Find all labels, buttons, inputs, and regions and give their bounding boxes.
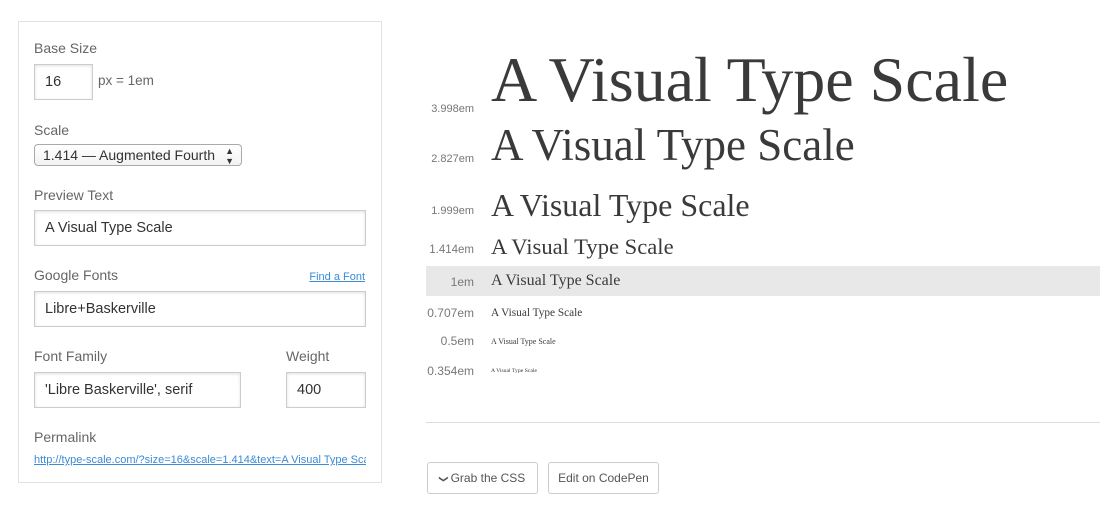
chevron-down-icon: ❯ [438,475,449,483]
base-size-label: Base Size [34,40,98,56]
scale-label: Scale [34,122,70,138]
google-fonts-input[interactable]: Libre+Baskerville [34,291,366,327]
divider [426,422,1100,423]
weight-label: Weight [286,348,330,364]
scale-row-em: 0.707em [427,306,474,320]
google-fonts-label: Google Fonts [34,267,119,283]
permalink-label: Permalink [34,429,97,445]
scale-row: 3.998em A Visual Type Scale [426,30,1100,115]
font-family-label: Font Family [34,348,108,364]
scale-row-sample: A Visual Type Scale [491,187,750,223]
scale-row-em: 0.5em [440,334,474,348]
scale-row-sample: A Visual Type Scale [491,272,621,289]
scale-row-em: 1.414em [429,244,474,256]
preview-text-input[interactable]: A Visual Type Scale [34,210,366,246]
base-size-suffix: px = 1em [98,73,154,88]
scale-row-em: 1.999em [431,205,474,217]
scale-row-em: 0.354em [427,364,474,378]
scale-row-sample: A Visual Type Scale [491,307,583,319]
scale-row: 0.354em A Visual Type Scale [426,362,1100,382]
scale-row-sample: A Visual Type Scale [491,44,1009,115]
scale-row-em: 3.998em [431,103,474,115]
weight-input[interactable]: 400 [286,372,366,408]
font-family-input[interactable]: 'Libre Baskerville', serif [34,372,241,408]
scale-row: 1.999em A Visual Type Scale [426,186,1100,226]
base-size-input[interactable]: 16 [34,64,93,100]
scale-row-sample: A Visual Type Scale [491,337,556,346]
scale-row-em: 1em [450,275,474,289]
scale-row-sample: A Visual Type Scale [491,368,537,374]
grab-css-button[interactable]: ❯ Grab the CSS [427,462,538,494]
edit-codepen-button[interactable]: Edit on CodePen [548,462,659,494]
scale-row: 2.827em A Visual Type Scale [426,118,1100,174]
preview-text-label: Preview Text [34,187,114,203]
scale-row: 1.414em A Visual Type Scale [426,232,1100,262]
scale-row-sample: A Visual Type Scale [491,120,855,170]
scale-selected-value: 1.414 — Augmented Fourth [43,147,215,163]
permalink-link[interactable]: http://type-scale.com/?size=16&scale=1.4… [34,454,366,466]
scale-row-active: 1em A Visual Type Scale [426,266,1100,296]
select-arrows-icon: ▲ ▼ [225,146,234,166]
grab-css-label: Grab the CSS [450,471,526,485]
settings-panel: Base Size 16 px = 1em Scale 1.414 — Augm… [18,21,382,483]
scale-row-em: 2.827em [431,153,474,165]
scale-row-sample: A Visual Type Scale [491,234,674,259]
find-a-font-link[interactable]: Find a Font [309,271,365,283]
scale-row: 0.707em A Visual Type Scale [426,302,1100,322]
scale-select[interactable]: 1.414 — Augmented Fourth ▲ ▼ [34,144,242,166]
scale-row: 0.5em A Visual Type Scale [426,332,1100,352]
